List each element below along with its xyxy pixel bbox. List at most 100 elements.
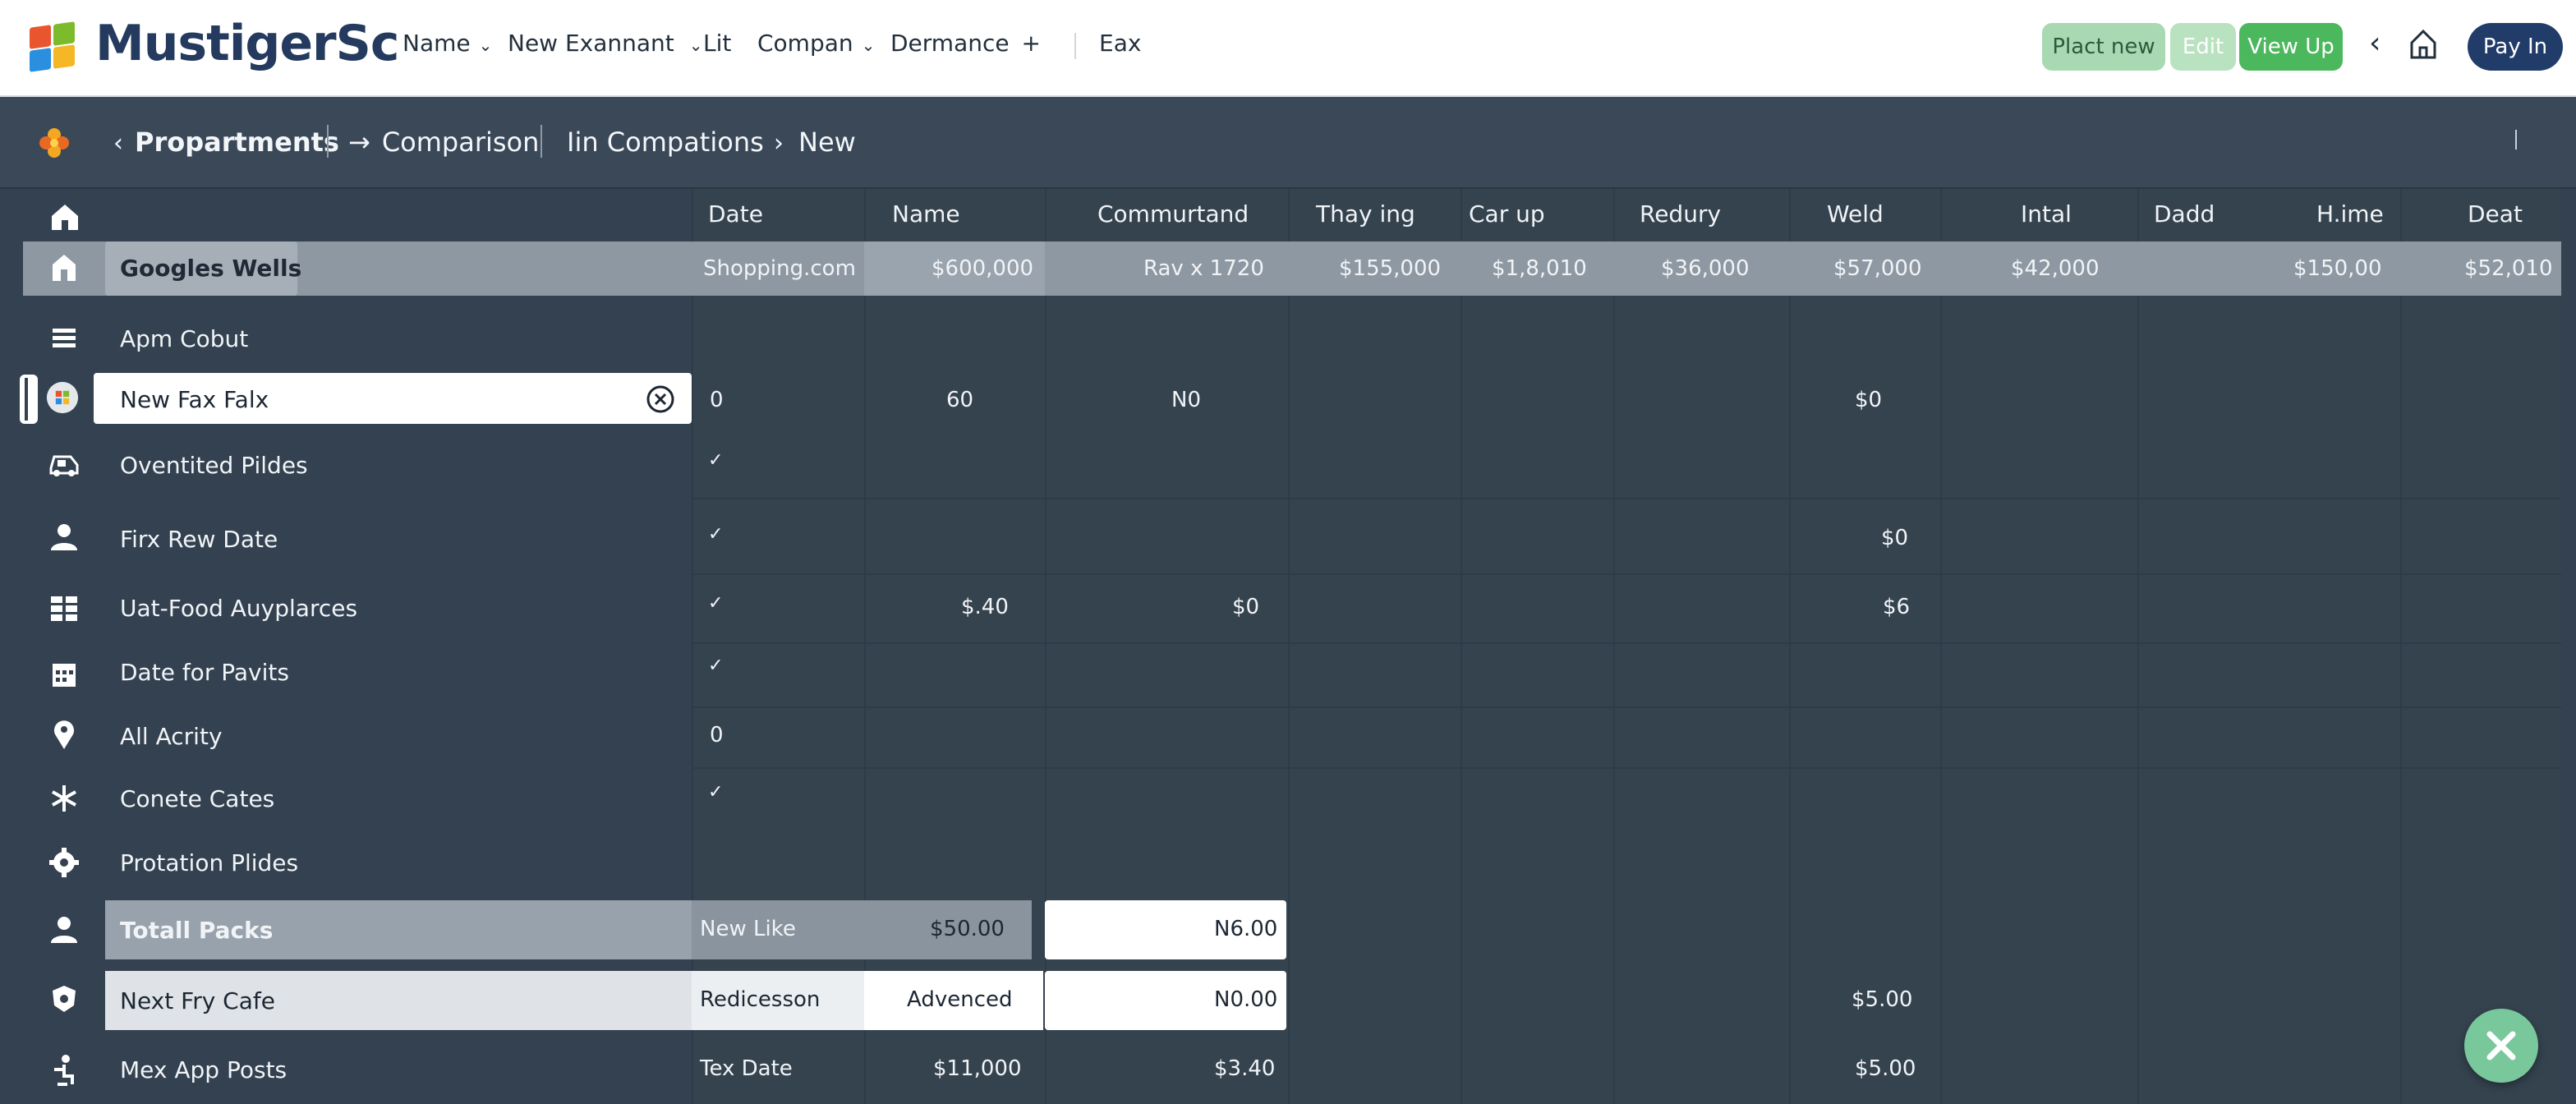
col-header-deat[interactable]: Deat bbox=[2468, 200, 2523, 228]
table-row[interactable]: All Acrity 0 bbox=[0, 710, 2576, 769]
home-icon[interactable] bbox=[49, 202, 80, 232]
table-row[interactable]: Uat-Food Auyplarces ✓ $.40 $0 $6 bbox=[0, 577, 2576, 644]
col-header-name[interactable]: Name bbox=[892, 200, 960, 228]
col-header-dadd[interactable]: Dadd bbox=[2154, 200, 2215, 228]
breadcrumb-end-marker bbox=[2515, 130, 2517, 150]
edit-button[interactable]: Edit bbox=[2170, 23, 2236, 71]
shield-icon bbox=[53, 986, 76, 1012]
cell-name: $11,000 bbox=[933, 1056, 1022, 1081]
clear-circle-icon[interactable] bbox=[646, 384, 675, 414]
table-row[interactable]: Next Fry Cafe Redicesson Advenced N0.00 … bbox=[0, 971, 2576, 1032]
cell-weld: $6 bbox=[1883, 595, 1911, 619]
breadcrumb-iin-compations[interactable]: Iin Compations bbox=[567, 126, 764, 158]
check-icon: ✓ bbox=[708, 450, 724, 471]
col-header-commurtand[interactable]: Commurtand bbox=[1097, 200, 1249, 228]
cell-weld: $5.00 bbox=[1855, 1056, 1916, 1081]
cell-date: Tex Date bbox=[700, 1056, 793, 1081]
breadcrumb-propartments[interactable]: ‹ Propartments bbox=[113, 126, 339, 158]
cell-commurtand: N0.00 bbox=[1214, 987, 1278, 1012]
table-row[interactable]: Totall Packs New Like $50.00 N6.00 bbox=[0, 900, 2576, 961]
flower-icon bbox=[39, 128, 69, 158]
chevron-down-icon: ⌄ bbox=[688, 35, 703, 55]
chevron-left-icon[interactable]: ‹ bbox=[2369, 26, 2380, 60]
breadcrumb-new[interactable]: › New bbox=[774, 126, 856, 158]
cell-weld: $0 bbox=[1881, 526, 1909, 550]
breadcrumb-divider bbox=[540, 125, 542, 158]
nav-lit-label: Lit bbox=[703, 30, 732, 57]
nav-compan[interactable]: Compan ⌄ bbox=[757, 30, 875, 57]
row-label: Apm Cobut bbox=[120, 325, 249, 352]
cell-commurtand: N6.00 bbox=[1214, 917, 1278, 941]
store-icon bbox=[53, 255, 76, 281]
brand-name[interactable]: MustigerSc bbox=[95, 15, 399, 72]
cell-date: 0 bbox=[710, 388, 724, 412]
table-row[interactable]: Conete Cates ✓ bbox=[0, 770, 2576, 833]
col-header-hime[interactable]: H.ime bbox=[2316, 200, 2384, 228]
nav-lit[interactable]: Lit bbox=[703, 30, 731, 57]
table-row[interactable]: Firx Rew Date ✓ $0 bbox=[0, 501, 2576, 575]
cell-commurtand: $3.40 bbox=[1214, 1056, 1276, 1081]
nav-compan-label: Compan bbox=[757, 30, 853, 57]
cell-car-up: $1,8,010 bbox=[1492, 256, 1587, 281]
nav-name[interactable]: Name ⌄ bbox=[402, 30, 492, 57]
home-icon[interactable] bbox=[2408, 28, 2438, 61]
row-label: Googles Wells bbox=[120, 255, 302, 282]
table-row[interactable]: Mex App Posts Tex Date $11,000 $3.40 $5.… bbox=[0, 1040, 2576, 1104]
cell-weld: $0 bbox=[1855, 388, 1883, 412]
breadcrumb-divider bbox=[327, 125, 329, 158]
user-icon bbox=[51, 917, 77, 943]
cell-date: Redicesson bbox=[700, 987, 821, 1012]
table-row[interactable]: Oventited Pildes ✓ bbox=[0, 427, 2576, 499]
nav-divider bbox=[1074, 33, 1076, 59]
check-icon: ✓ bbox=[708, 524, 724, 545]
cell-name: 60 bbox=[946, 388, 974, 412]
table-row[interactable]: Date for Pavits ✓ bbox=[0, 646, 2576, 708]
grid-icon bbox=[51, 596, 77, 621]
nav-name-label: Name bbox=[402, 30, 471, 57]
row-label: Mex App Posts bbox=[120, 1056, 288, 1083]
breadcrumb-comparison[interactable]: → Comparison bbox=[348, 126, 539, 158]
row-label: Conete Cates bbox=[120, 785, 275, 812]
col-header-thay-ing[interactable]: Thay ing bbox=[1316, 200, 1415, 228]
nav-new-exannant[interactable]: New Exannant ⌄ bbox=[508, 30, 703, 57]
chevron-down-icon: ⌄ bbox=[861, 35, 876, 55]
cell-intal: $42,000 bbox=[2011, 256, 2100, 281]
col-header-intal[interactable]: Intal bbox=[2021, 200, 2072, 228]
nav-eax[interactable]: Eax bbox=[1099, 30, 1141, 57]
row-label: Protation Plides bbox=[120, 849, 299, 876]
col-header-date[interactable]: Date bbox=[708, 200, 763, 228]
row-divider bbox=[692, 573, 2561, 575]
arrow-right-icon: → bbox=[348, 126, 370, 158]
check-icon: ✓ bbox=[708, 593, 724, 614]
row-label: Oventited Pildes bbox=[120, 452, 308, 479]
cell-name: Advenced bbox=[907, 987, 1013, 1012]
cell-weld: $57,000 bbox=[1833, 256, 1922, 281]
breadcrumb-label: New bbox=[798, 126, 856, 158]
table-row[interactable]: Apm Cobut bbox=[0, 310, 2576, 373]
row-label: Firx Rew Date bbox=[120, 526, 278, 553]
list-icon bbox=[53, 329, 76, 347]
row-label: All Acrity bbox=[120, 723, 223, 750]
table-row[interactable]: Googles Wells Shopping.com $600,000 Rav … bbox=[0, 242, 2576, 296]
row-divider bbox=[692, 706, 2561, 708]
row-label: Date for Pavits bbox=[120, 659, 289, 686]
pay-in-button[interactable]: Pay In bbox=[2468, 23, 2563, 71]
col-header-redury[interactable]: Redury bbox=[1640, 200, 1721, 228]
view-up-button[interactable]: View Up bbox=[2239, 23, 2343, 71]
place-new-button[interactable]: Plact new bbox=[2042, 23, 2165, 71]
cell-hime: $150,00 bbox=[2293, 256, 2382, 281]
table-row[interactable]: New Fax Falx 0 60 N0 $0 bbox=[0, 373, 2576, 426]
col-header-car-up[interactable]: Car up bbox=[1469, 200, 1545, 228]
col-header-weld[interactable]: Weld bbox=[1827, 200, 1884, 228]
cell-weld: $5.00 bbox=[1852, 987, 1913, 1012]
cell-commurtand: Rav x 1720 bbox=[1143, 256, 1264, 281]
nav-dermance[interactable]: Dermance + bbox=[890, 30, 1041, 57]
cell-redury: $36,000 bbox=[1661, 256, 1750, 281]
windows-tile-logo[interactable] bbox=[30, 21, 77, 72]
table-row[interactable]: Protation Plides bbox=[0, 835, 2576, 895]
snowflake-icon bbox=[52, 785, 76, 812]
nav-eax-label: Eax bbox=[1099, 30, 1142, 57]
close-fab-button[interactable] bbox=[2464, 1009, 2538, 1083]
nav-new-exannant-label: New Exannant bbox=[508, 30, 674, 57]
row-label: New Fax Falx bbox=[120, 386, 269, 413]
